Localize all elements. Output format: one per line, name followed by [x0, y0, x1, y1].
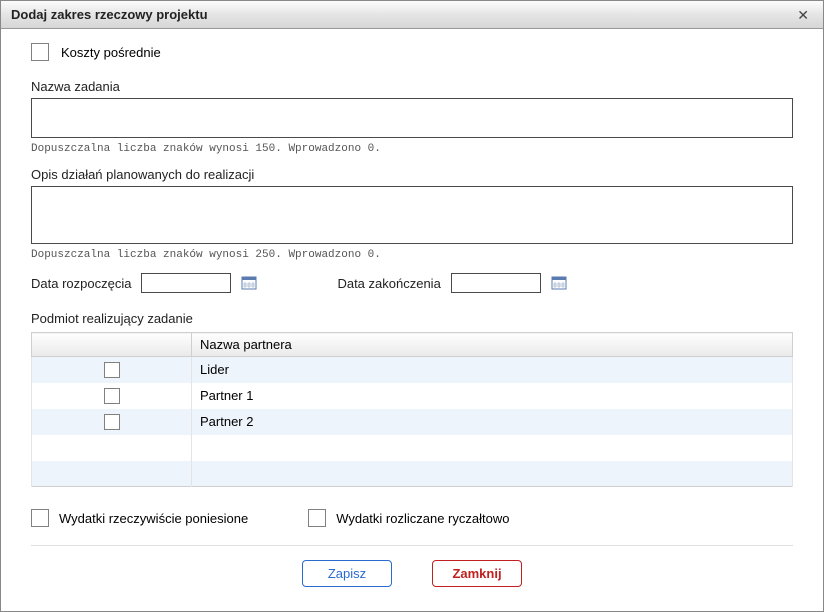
table-row: Lider	[32, 357, 793, 383]
subject-label: Podmiot realizujący zadanie	[31, 311, 793, 326]
date-start-input[interactable]	[141, 273, 231, 293]
titlebar: Dodaj zakres rzeczowy projektu ✕	[1, 1, 823, 29]
description-hint: Dopuszczalna liczba znaków wynosi 250. W…	[31, 249, 793, 261]
description-input[interactable]	[31, 186, 793, 244]
table-header-checkbox	[32, 333, 192, 357]
table-row: Partner 2	[32, 409, 793, 435]
partner-name: Partner 2	[192, 409, 793, 435]
close-button[interactable]: Zamknij	[432, 560, 522, 587]
direct-costs-checkbox[interactable]	[31, 43, 49, 61]
date-end-label: Data zakończenia	[337, 276, 440, 291]
calendar-icon[interactable]	[241, 275, 257, 291]
table-header-partner: Nazwa partnera	[192, 333, 793, 357]
close-icon[interactable]: ✕	[793, 8, 813, 22]
table-row	[32, 435, 793, 461]
partner-checkbox[interactable]	[104, 388, 120, 404]
dialog-body: Koszty pośrednie Nazwa zadania Dopuszcza…	[1, 29, 823, 611]
date-start-label: Data rozpoczęcia	[31, 276, 131, 291]
date-end-input[interactable]	[451, 273, 541, 293]
dialog-title: Dodaj zakres rzeczowy projektu	[11, 7, 208, 22]
expenses-actual-label: Wydatki rzeczywiście poniesione	[59, 511, 248, 526]
table-row	[32, 461, 793, 487]
partner-checkbox[interactable]	[104, 362, 120, 378]
expenses-lump-label: Wydatki rozliczane ryczałtowo	[336, 511, 509, 526]
task-name-hint: Dopuszczalna liczba znaków wynosi 150. W…	[31, 143, 793, 155]
divider	[31, 545, 793, 546]
partner-name: Partner 1	[192, 383, 793, 409]
calendar-icon[interactable]	[551, 275, 567, 291]
expenses-lump-checkbox[interactable]	[308, 509, 326, 527]
task-name-label: Nazwa zadania	[31, 79, 793, 94]
description-label: Opis działań planowanych do realizacji	[31, 167, 793, 182]
partner-name: Lider	[192, 357, 793, 383]
dialog: Dodaj zakres rzeczowy projektu ✕ Koszty …	[0, 0, 824, 612]
partners-table: Nazwa partnera Lider Partner 1 Partner 2	[31, 332, 793, 487]
task-name-input[interactable]	[31, 98, 793, 138]
table-row: Partner 1	[32, 383, 793, 409]
partner-checkbox[interactable]	[104, 414, 120, 430]
direct-costs-label: Koszty pośrednie	[61, 45, 161, 60]
expenses-actual-checkbox[interactable]	[31, 509, 49, 527]
save-button[interactable]: Zapisz	[302, 560, 392, 587]
